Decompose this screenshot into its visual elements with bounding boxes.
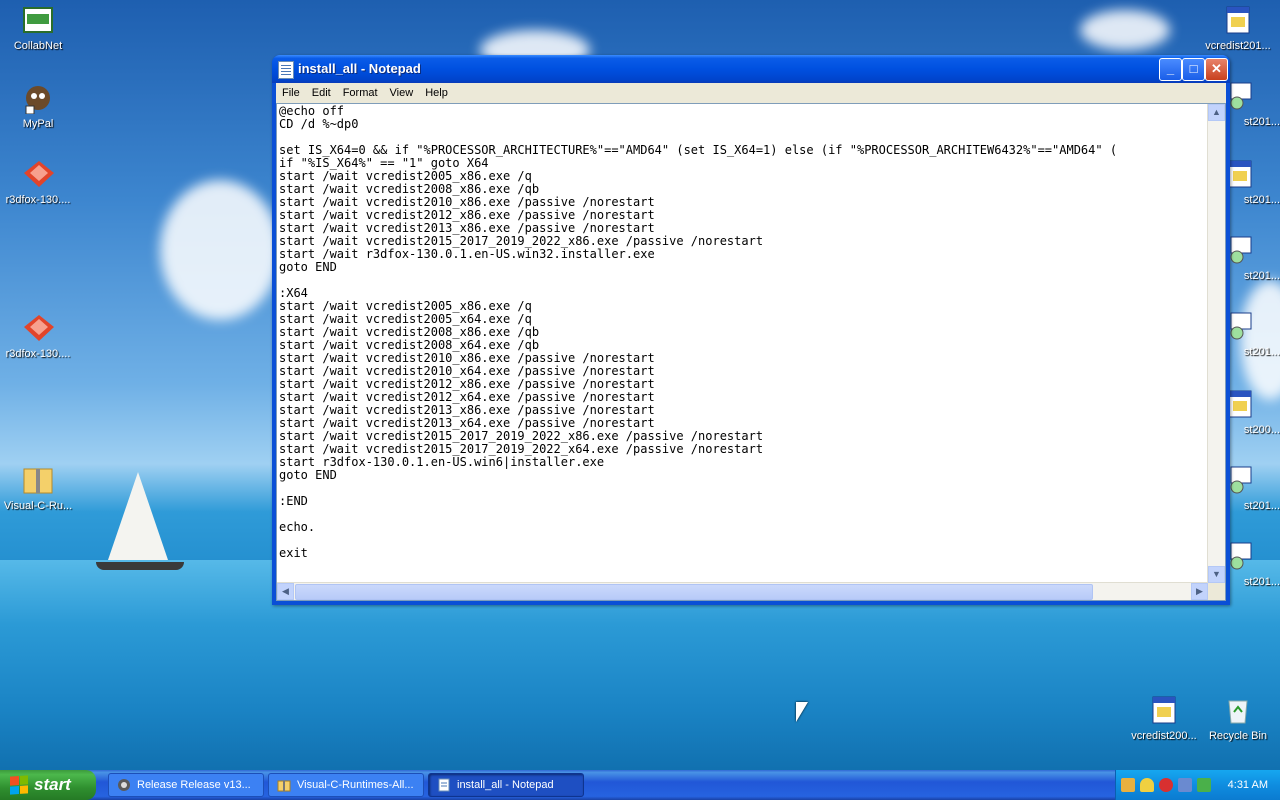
- clock[interactable]: 4:31 AM: [1228, 779, 1268, 791]
- taskbar-item-release[interactable]: Release Release v13...: [108, 773, 264, 797]
- system-tray: 4:31 AM: [1115, 770, 1280, 800]
- desktop-icon-label: r3dfox-130....: [5, 348, 71, 360]
- desktop-icon-label: CollabNet: [13, 40, 63, 52]
- folder-icon: [277, 780, 291, 792]
- menu-bar: File Edit Format View Help: [276, 83, 1226, 102]
- taskbar-item-label: install_all - Notepad: [457, 779, 554, 791]
- taskbar: start Release Release v13... Visual-C-Ru…: [0, 770, 1280, 800]
- scrollbar-corner: [1208, 583, 1225, 600]
- start-button[interactable]: start: [0, 770, 96, 800]
- sailboat: [108, 472, 168, 560]
- desktop-icon-collabnet[interactable]: CollabNet: [0, 4, 76, 52]
- notepad-window[interactable]: install_all - Notepad _ □ ✕ File Edit Fo…: [272, 55, 1230, 605]
- network-tray-icon[interactable]: [1121, 778, 1135, 792]
- zip-folder-icon: [22, 464, 54, 496]
- connection-tray-icon[interactable]: [1197, 778, 1211, 792]
- horizontal-scrollbar[interactable]: ◀ ▶: [277, 582, 1208, 600]
- sailboat-hull: [96, 562, 184, 570]
- desktop-icon-label: Visual-C-Ru...: [3, 500, 73, 512]
- r3dfox-icon: [22, 312, 54, 344]
- desktop-icon-mypal[interactable]: MyPal: [0, 82, 76, 130]
- mouse-cursor-icon: [796, 702, 808, 722]
- taskbar-item-label: Release Release v13...: [137, 779, 251, 791]
- desktop-icon-label: vcredist201...: [1205, 40, 1271, 52]
- window-client: File Edit Format View Help @echo off CD …: [276, 83, 1226, 601]
- horizontal-scroll-thumb[interactable]: [295, 584, 1093, 600]
- security-shield-icon[interactable]: [1140, 778, 1154, 792]
- cloud: [160, 180, 280, 320]
- notepad-icon: [278, 61, 294, 79]
- window-titlebar[interactable]: install_all - Notepad _ □ ✕: [272, 55, 1230, 83]
- scroll-down-icon[interactable]: ▼: [1208, 566, 1225, 583]
- cloud: [1080, 10, 1170, 50]
- alert-shield-icon[interactable]: [1159, 778, 1173, 792]
- editor-content[interactable]: @echo off CD /d %~dp0 set IS_X64=0 && if…: [279, 105, 1207, 582]
- recycle-bin-icon: [1222, 694, 1254, 726]
- taskbar-item-visual-c-runtimes[interactable]: Visual-C-Runtimes-All...: [268, 773, 424, 797]
- close-button[interactable]: ✕: [1205, 58, 1228, 81]
- desktop-icon-visual-c-runtimes[interactable]: Visual-C-Ru...: [0, 464, 76, 512]
- mypal-icon: [22, 82, 54, 114]
- minimize-button[interactable]: _: [1159, 58, 1182, 81]
- text-editor[interactable]: @echo off CD /d %~dp0 set IS_X64=0 && if…: [276, 103, 1226, 601]
- display-tray-icon[interactable]: [1178, 778, 1192, 792]
- desktop-icon-label: r3dfox-130....: [5, 194, 71, 206]
- collabnet-icon: [22, 4, 54, 36]
- start-label: start: [34, 775, 71, 794]
- desktop-icon-recycle-bin[interactable]: Recycle Bin: [1198, 694, 1278, 742]
- menu-file[interactable]: File: [276, 87, 306, 99]
- r3dfox-icon: [22, 158, 54, 190]
- installer-icon: [1222, 4, 1254, 36]
- scroll-right-icon[interactable]: ▶: [1191, 583, 1208, 600]
- scroll-up-icon[interactable]: ▲: [1208, 104, 1225, 121]
- desktop-icon-r3dfox[interactable]: r3dfox-130....: [0, 312, 76, 360]
- desktop-icon-label: Recycle Bin: [1208, 730, 1268, 742]
- taskbar-item-label: Visual-C-Runtimes-All...: [297, 779, 414, 791]
- desktop-icon-label: vcredist200...: [1131, 730, 1197, 742]
- taskbar-item-notepad[interactable]: install_all - Notepad: [428, 773, 584, 797]
- menu-format[interactable]: Format: [337, 87, 384, 99]
- notepad-icon: [438, 778, 450, 792]
- installer-icon: [1148, 694, 1180, 726]
- desktop-icon-r3dfox[interactable]: r3dfox-130....: [0, 158, 76, 206]
- menu-help[interactable]: Help: [419, 87, 454, 99]
- browser-icon: [118, 779, 130, 791]
- vertical-scrollbar[interactable]: ▲ ▼: [1207, 104, 1225, 583]
- menu-edit[interactable]: Edit: [306, 87, 337, 99]
- window-title: install_all - Notepad: [298, 61, 421, 76]
- desktop-icon-vcredist[interactable]: vcredist201...: [1200, 4, 1276, 52]
- desktop-icon-vcredist[interactable]: vcredist200...: [1124, 694, 1204, 742]
- maximize-button[interactable]: □: [1182, 58, 1205, 81]
- windows-logo-icon: [10, 775, 28, 795]
- desktop-icon-label: MyPal: [22, 118, 54, 130]
- scroll-left-icon[interactable]: ◀: [277, 583, 294, 600]
- menu-view[interactable]: View: [384, 87, 420, 99]
